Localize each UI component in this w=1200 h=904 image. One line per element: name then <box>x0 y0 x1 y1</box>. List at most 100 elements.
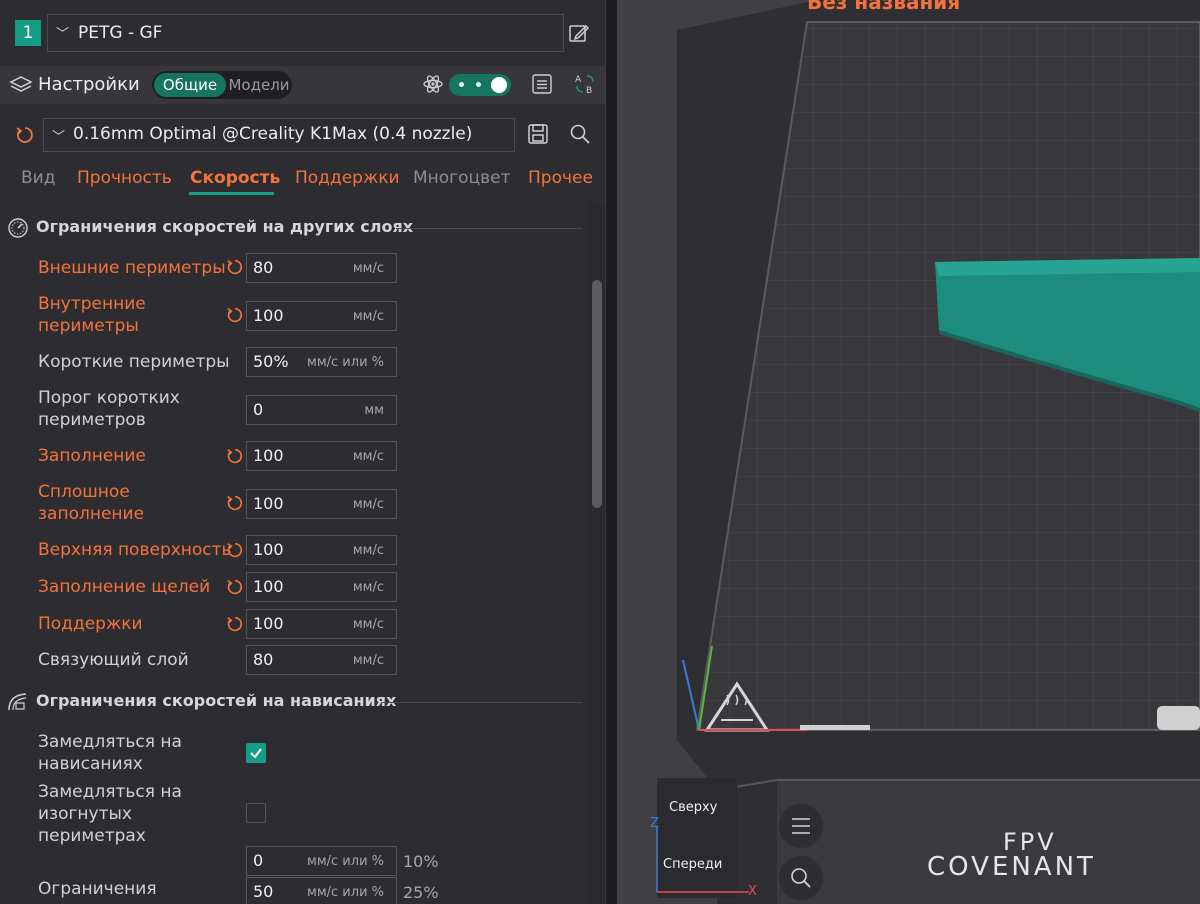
reset-icon[interactable] <box>225 305 245 325</box>
tab-others[interactable]: Прочее <box>528 168 593 188</box>
view-front-button[interactable]: Спереди <box>663 857 722 872</box>
speedometer-icon <box>8 218 28 238</box>
field-value: 100 <box>253 494 284 513</box>
settings-tabs: Вид Прочность Скорость Поддержки Многоцв… <box>0 162 605 198</box>
build-plate-scene <box>656 0 1200 904</box>
toggle-dot <box>459 82 464 87</box>
field-unit: мм/с или % <box>307 355 384 370</box>
toggle-knob <box>491 77 507 93</box>
settings-scrollbar-thumb[interactable] <box>592 280 602 508</box>
section-divider <box>381 702 582 703</box>
slow-down-curled-checkbox[interactable] <box>246 803 266 823</box>
reset-icon[interactable] <box>225 540 245 560</box>
atom-icon[interactable] <box>422 73 444 95</box>
outer-wall-speed-input[interactable]: 80 мм/с <box>246 253 397 283</box>
layers-icon <box>9 76 33 92</box>
3d-viewport[interactable]: Без названия Сверху Спереди Z X FPV COVE… <box>617 0 1200 904</box>
field-value: 80 <box>253 650 274 669</box>
plate-title[interactable]: Без названия <box>807 0 960 14</box>
active-tab-indicator <box>189 192 274 195</box>
section-title: Ограничения скоростей на других слоях <box>36 217 414 236</box>
inner-wall-speed-input[interactable]: 100 мм/с <box>246 301 397 331</box>
field-unit: мм/с или % <box>307 854 384 869</box>
filament-row: 1 ﹀ PETG - GF <box>0 0 605 66</box>
top-surface-speed-input[interactable]: 100 мм/с <box>246 535 397 565</box>
small-perimeter-threshold-input[interactable]: 0 мм <box>246 395 397 425</box>
field-unit: мм/с <box>352 653 384 668</box>
field-value: 100 <box>253 577 284 596</box>
overhang-speed-10-input[interactable]: 0 мм/с или % <box>246 846 397 876</box>
preset-name: 0.16mm Optimal @Creality K1Max (0.4 nozz… <box>73 124 473 144</box>
menu-icon <box>792 818 810 834</box>
field-unit: мм/с <box>352 449 384 464</box>
overhang-speed-25-input[interactable]: 50 мм/с или % <box>246 877 397 904</box>
field-value: 50 <box>253 882 274 901</box>
section-other-layers: Ограничения скоростей на других слоях <box>6 214 582 244</box>
chevron-down-icon: ﹀ <box>52 130 66 145</box>
label-support-interface: Связующий слой <box>38 650 189 670</box>
filament-name: PETG - GF <box>78 23 163 43</box>
field-value: 100 <box>253 540 284 559</box>
tab-view[interactable]: Вид <box>21 168 55 188</box>
sparse-infill-speed-input[interactable]: 100 мм/с <box>246 441 397 471</box>
label-sparse-infill: Заполнение <box>38 446 146 466</box>
mode-switch[interactable]: Общие Модели <box>152 71 292 99</box>
label-overhang-limits: Ограничения <box>38 879 157 899</box>
small-perimeter-speed-input[interactable]: 50% мм/с или % <box>246 347 397 377</box>
reset-icon[interactable] <box>225 577 245 597</box>
save-icon[interactable] <box>527 123 549 145</box>
extruder-badge[interactable]: 1 <box>15 20 41 46</box>
label-top-surface: Верхняя поверхность <box>38 540 232 560</box>
panel-splitter[interactable] <box>605 0 617 904</box>
field-unit: мм/с <box>352 617 384 632</box>
edit-icon[interactable] <box>568 22 590 44</box>
support-speed-input[interactable]: 100 мм/с <box>246 609 397 639</box>
search-icon[interactable] <box>569 123 591 145</box>
tab-multimaterial[interactable]: Многоцвет <box>413 168 510 188</box>
label-slow-down-curled: Замедляться на изогнутых периметрах <box>38 782 182 846</box>
label-outer-wall: Внешние периметры <box>38 258 226 278</box>
compare-list-icon[interactable] <box>531 73 553 95</box>
solid-infill-speed-input[interactable]: 100 мм/с <box>246 489 397 519</box>
menu-button[interactable] <box>779 804 823 848</box>
settings-panel: 1 ﹀ PETG - GF Настройки Общие Модели A B… <box>0 0 605 904</box>
view-top-button[interactable]: Сверху <box>669 800 717 815</box>
settings-title: Настройки <box>38 74 140 95</box>
overhang-percent-label: 10% <box>403 852 439 871</box>
label-inner-wall: Внутренние периметры <box>38 294 146 336</box>
chevron-down-icon: ﹀ <box>56 27 70 42</box>
translate-ab-icon[interactable]: A B <box>573 72 597 96</box>
field-value: 100 <box>253 614 284 633</box>
check-icon <box>250 748 262 759</box>
field-value: 0 <box>253 400 264 419</box>
gap-infill-speed-input[interactable]: 100 мм/с <box>246 572 397 602</box>
process-preset-select[interactable]: ﹀ 0.16mm Optimal @Creality K1Max (0.4 no… <box>43 118 515 152</box>
zoom-button[interactable] <box>779 856 823 900</box>
filament-select[interactable]: ﹀ PETG - GF <box>47 14 564 52</box>
field-value: 0 <box>253 851 264 870</box>
advanced-toggle[interactable] <box>449 74 511 96</box>
mode-objects-button[interactable]: Модели <box>228 73 290 97</box>
settings-bar: Настройки Общие Модели <box>0 66 605 104</box>
tab-support[interactable]: Поддержки <box>295 168 400 188</box>
axis-x-label: X <box>748 884 757 899</box>
mode-global-button[interactable]: Общие <box>154 73 226 97</box>
reset-icon[interactable] <box>225 493 245 513</box>
support-interface-speed-input[interactable]: 80 мм/с <box>246 645 397 675</box>
section-title: Ограничения скоростей на нависаниях <box>36 691 397 710</box>
slow-down-overhangs-checkbox[interactable] <box>246 743 266 763</box>
tab-speed[interactable]: Скорость <box>190 168 280 188</box>
reset-icon[interactable] <box>225 614 245 634</box>
label-solid-infill: Сплошное заполнение <box>38 482 145 524</box>
reset-icon[interactable] <box>225 257 245 277</box>
field-unit: мм/с <box>352 580 384 595</box>
section-divider <box>396 228 582 229</box>
field-unit: мм/с <box>352 543 384 558</box>
field-unit: мм/с <box>352 497 384 512</box>
overhang-percent-label: 25% <box>403 883 439 902</box>
reset-icon[interactable] <box>225 446 245 466</box>
axis-z-label: Z <box>650 816 659 831</box>
tab-strength[interactable]: Прочность <box>77 168 172 188</box>
reset-icon[interactable] <box>14 124 36 146</box>
field-value: 100 <box>253 446 284 465</box>
